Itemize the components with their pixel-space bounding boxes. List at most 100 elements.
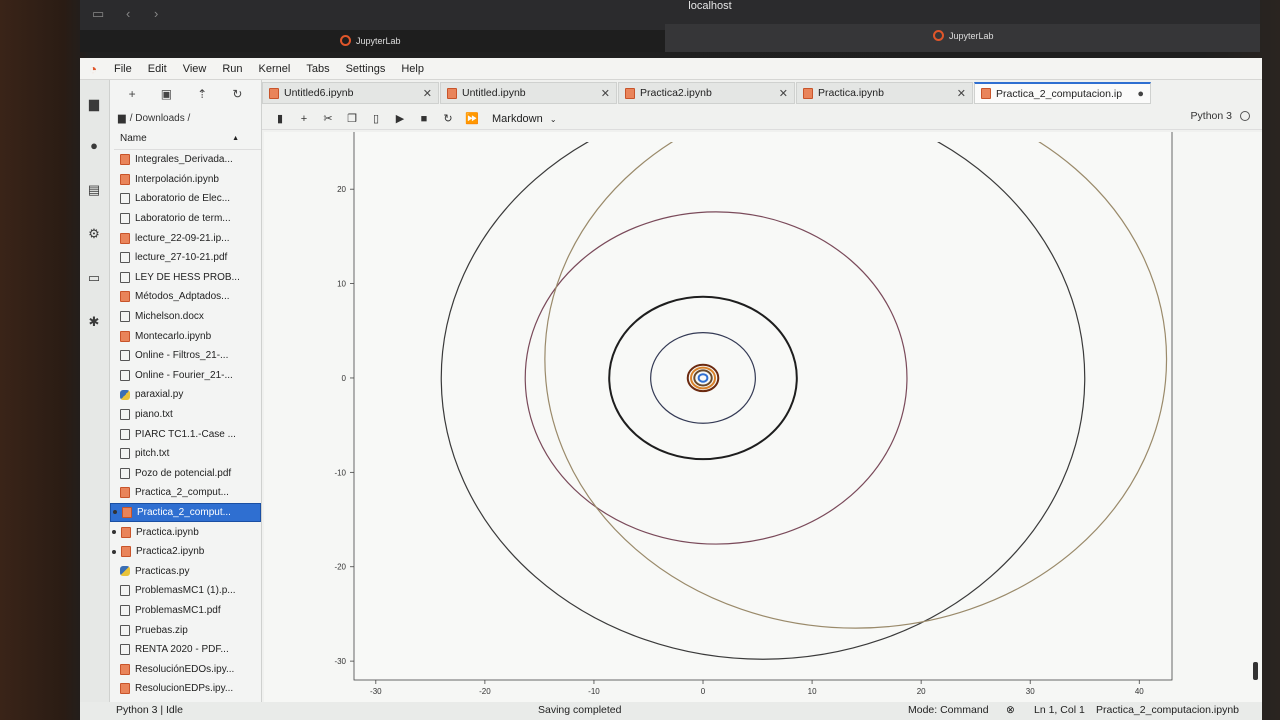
- browser-tab-left[interactable]: JupyterLab: [80, 30, 665, 52]
- new-launcher-icon[interactable]: +: [129, 87, 136, 101]
- file-item[interactable]: Practica.ipynb: [110, 522, 261, 542]
- file-icon: [120, 193, 130, 205]
- kernel-status[interactable]: Python 3 | Idle: [116, 704, 183, 716]
- cut-icon[interactable]: ✂: [316, 112, 340, 125]
- document-tabs: Untitled6.ipynb ✕ Untitled.ipynb ✕ Practica2…: [262, 82, 1262, 106]
- browser-tab-right[interactable]: JupyterLab: [665, 24, 1260, 52]
- file-item[interactable]: lecture_27-10-21.pdf: [110, 248, 261, 268]
- menu-help[interactable]: Help: [393, 63, 432, 75]
- doc-tab[interactable]: Practica.ipynb ✕: [796, 82, 973, 104]
- run-icon[interactable]: ▶: [388, 112, 412, 125]
- file-item[interactable]: Practica2.ipynb: [110, 542, 261, 562]
- file-item[interactable]: Métodos_Adptados...: [110, 287, 261, 307]
- file-item[interactable]: ResolucionEDPs.ipy...: [110, 679, 261, 699]
- file-item[interactable]: Laboratorio de Elec...: [110, 189, 261, 209]
- file-item[interactable]: Laboratorio de term...: [110, 209, 261, 229]
- breadcrumb[interactable]: ▆ / Downloads /: [110, 108, 261, 128]
- paste-icon[interactable]: ▯: [364, 112, 388, 125]
- property-inspector-icon[interactable]: ⚙: [86, 226, 102, 242]
- menu-kernel[interactable]: Kernel: [251, 63, 299, 75]
- close-icon[interactable]: ✕: [957, 87, 966, 100]
- menu-tabs[interactable]: Tabs: [298, 63, 337, 75]
- notebook-output[interactable]: -30 -20 -10 0 10 20 30 40 20 10 0 -10 -20 -30: [264, 121, 1262, 702]
- extension-icon[interactable]: ✱: [86, 314, 102, 330]
- notebook-icon: [121, 546, 131, 558]
- refresh-icon[interactable]: ↻: [232, 87, 242, 101]
- file-item[interactable]: Interpolación.ipynb: [110, 170, 261, 190]
- doc-tab[interactable]: Practica_2_computacion.ip ●: [974, 82, 1151, 104]
- restart-icon[interactable]: ↻: [436, 112, 460, 125]
- running-icon[interactable]: ●: [86, 138, 102, 154]
- notification-icon[interactable]: ⊗: [1006, 704, 1015, 716]
- menu-file[interactable]: File: [106, 63, 140, 75]
- scrollbar[interactable]: [1253, 662, 1258, 680]
- orbit-plot: -30 -20 -10 0 10 20 30 40 20 10 0 -10 -20 -30: [334, 121, 1173, 696]
- file-item[interactable]: Pruebas.zip: [110, 620, 261, 640]
- save-icon[interactable]: ▮: [268, 112, 292, 125]
- mode-indicator[interactable]: Mode: Command: [908, 704, 989, 716]
- run-all-icon[interactable]: ⏩: [460, 112, 484, 125]
- menu-view[interactable]: View: [175, 63, 215, 75]
- new-folder-icon[interactable]: ▣: [161, 87, 172, 101]
- upload-icon[interactable]: ⇡: [197, 87, 207, 101]
- forward-icon[interactable]: ›: [154, 6, 158, 21]
- menu-run[interactable]: Run: [214, 63, 250, 75]
- file-item[interactable]: RENTA 2020 - PDF...: [110, 640, 261, 660]
- doc-tab[interactable]: Practica2.ipynb ✕: [618, 82, 795, 104]
- file-item[interactable]: ProblemasMC1 (1).p...: [110, 581, 261, 601]
- sort-caret-icon: ▲: [232, 135, 239, 142]
- left-activity-bar: ▆ ● ▤ ⚙ ▭ ✱: [80, 80, 110, 720]
- kernel-indicator[interactable]: Python 3: [1191, 110, 1250, 122]
- notebook-icon: [120, 291, 130, 303]
- file-item[interactable]: Michelson.docx: [110, 307, 261, 327]
- back-icon[interactable]: ‹: [126, 6, 130, 21]
- file-name: ResoluciónEDOs.ipy...: [135, 663, 235, 675]
- doc-tab[interactable]: Untitled6.ipynb ✕: [262, 82, 439, 104]
- notebook-icon: [120, 173, 130, 185]
- file-item[interactable]: pitch.txt: [110, 444, 261, 464]
- file-item[interactable]: PIARC TC1.1.-Case ...: [110, 424, 261, 444]
- copy-icon[interactable]: ❐: [340, 112, 364, 125]
- file-item[interactable]: Practicas.py: [110, 561, 261, 581]
- y-tick-label: -20: [334, 563, 346, 572]
- file-icon: [120, 409, 130, 421]
- file-item[interactable]: ResoluciónEDOs.ipy...: [110, 659, 261, 679]
- cursor-position[interactable]: Ln 1, Col 1: [1034, 704, 1085, 716]
- file-item[interactable]: LEY DE HESS PROB...: [110, 268, 261, 288]
- close-icon[interactable]: ✕: [601, 87, 610, 100]
- menu-settings[interactable]: Settings: [338, 63, 394, 75]
- commands-icon[interactable]: ▤: [86, 182, 102, 198]
- running-dot-icon: [113, 510, 117, 515]
- file-item[interactable]: ProblemasMC1.pdf: [110, 601, 261, 621]
- stop-icon[interactable]: ■: [412, 113, 436, 125]
- doc-tab[interactable]: Untitled.ipynb ✕: [440, 82, 617, 104]
- close-icon[interactable]: ✕: [423, 87, 432, 100]
- folder-icon[interactable]: ▆: [86, 96, 102, 112]
- unsaved-dot-icon[interactable]: ●: [1137, 88, 1144, 100]
- file-item[interactable]: piano.txt: [110, 405, 261, 425]
- file-item[interactable]: Integrales_Derivada...: [110, 150, 261, 170]
- file-item[interactable]: Online - Fourier_21-...: [110, 366, 261, 386]
- file-item[interactable]: Online - Filtros_21-...: [110, 346, 261, 366]
- file-item[interactable]: Montecarlo.ipynb: [110, 326, 261, 346]
- column-header[interactable]: Name ▲: [114, 128, 261, 150]
- file-item[interactable]: paraxial.py: [110, 385, 261, 405]
- insert-cell-icon[interactable]: +: [292, 113, 316, 125]
- file-item[interactable]: lecture_22-09-21.ip...: [110, 228, 261, 248]
- file-name: Practicas.py: [135, 565, 190, 577]
- sidebar-toggle-icon[interactable]: ▭: [92, 6, 104, 22]
- close-icon[interactable]: ✕: [779, 87, 788, 100]
- y-tick-label: 20: [337, 185, 346, 194]
- x-tick-label: -10: [588, 687, 600, 696]
- file-name: Practica_2_computacion.ipynb: [1096, 704, 1240, 716]
- file-item[interactable]: Practica_2_comput...: [110, 483, 261, 503]
- file-icon: [120, 644, 130, 656]
- address-bar[interactable]: localhost: [640, 0, 780, 12]
- file-item[interactable]: Practica_2_comput...: [110, 502, 261, 523]
- tabs-icon[interactable]: ▭: [86, 270, 102, 286]
- plot-axes-frame: [353, 121, 1173, 681]
- menu-edit[interactable]: Edit: [140, 63, 175, 75]
- cell-type-select[interactable]: Markdown ⌄: [492, 113, 557, 125]
- running-dot-icon: [112, 549, 116, 554]
- file-item[interactable]: Pozo de potencial.pdf: [110, 464, 261, 484]
